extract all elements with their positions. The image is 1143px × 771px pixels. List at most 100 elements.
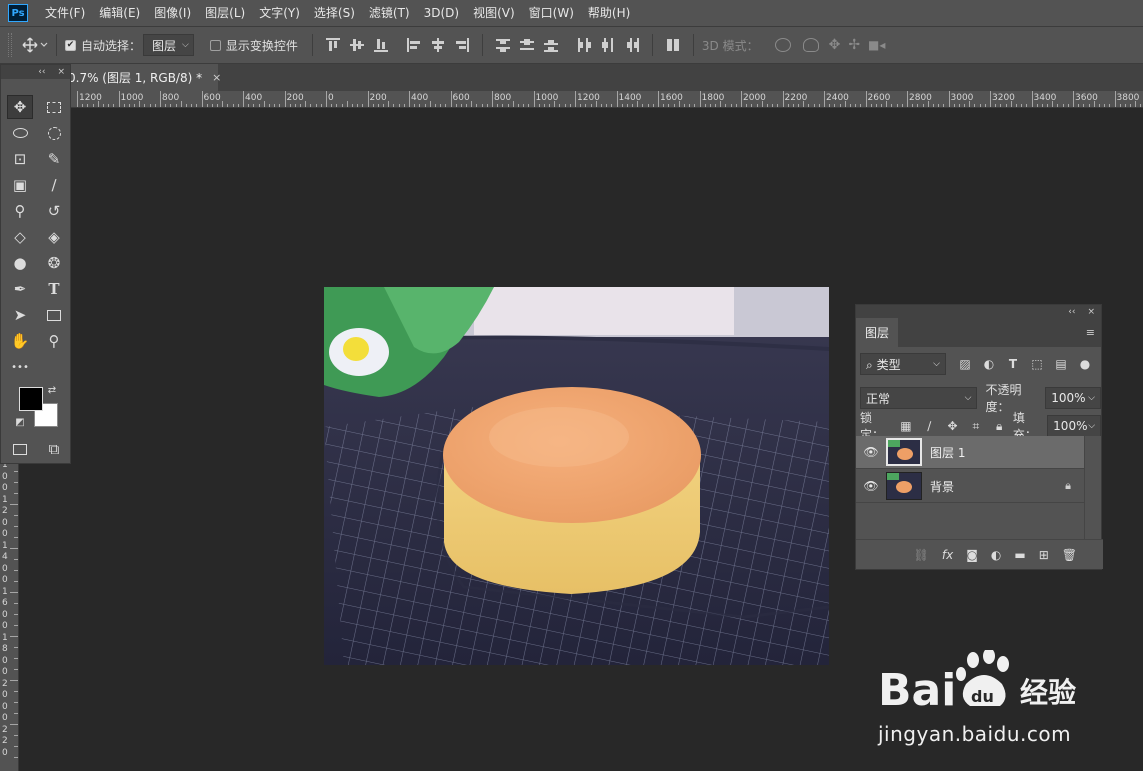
marquee-tool-icon[interactable] <box>41 95 67 119</box>
swap-colors-icon[interactable]: ⇄ <box>45 383 59 397</box>
paint-bucket-tool-icon[interactable]: ◈ <box>41 225 67 249</box>
distribute-bottom-edges-icon[interactable] <box>543 38 558 52</box>
document-image[interactable] <box>324 287 829 665</box>
more-tools-icon[interactable]: ••• <box>7 355 33 379</box>
auto-align-layers-icon[interactable] <box>666 38 680 52</box>
crop-tool-icon[interactable]: ⊡ <box>7 147 33 171</box>
opacity-input[interactable]: 100% ⌵ <box>1045 387 1101 409</box>
panel-menu-icon[interactable]: ≡ <box>1086 326 1095 339</box>
hand-tool-icon[interactable]: ✋ <box>7 329 33 353</box>
horizontal-ruler[interactable]: 1200 1000 800 600 400 200 0 200 400 600 800 1000 120… <box>19 91 1143 108</box>
menu-filter[interactable]: 滤镜(T) <box>362 0 417 26</box>
fill-input[interactable]: 100% ⌵ <box>1047 415 1102 437</box>
close-icon[interactable]: × <box>57 67 65 77</box>
default-colors-icon[interactable]: ◩ <box>13 415 27 429</box>
lock-all-icon[interactable]: 🔒︎ <box>993 419 1006 433</box>
menu-select[interactable]: 选择(S) <box>307 0 362 26</box>
adjustment-filter-icon[interactable]: ◐ <box>982 357 996 371</box>
new-adjustment-layer-icon[interactable]: ◐ <box>991 548 1001 562</box>
auto-select-checkbox[interactable]: ✔ <box>65 39 76 51</box>
3d-roll-icon[interactable] <box>802 38 819 52</box>
layers-scrollbar[interactable] <box>1084 436 1101 539</box>
eraser-tool-icon[interactable]: ◇ <box>7 225 33 249</box>
filter-toggle-icon[interactable]: ● <box>1078 357 1092 371</box>
align-horizontal-centers-icon[interactable] <box>431 38 445 52</box>
type-tool-icon[interactable]: T <box>41 277 67 301</box>
path-selection-tool-icon[interactable]: ➤ <box>7 303 33 327</box>
lasso-tool-icon[interactable] <box>7 121 33 145</box>
pixel-filter-icon[interactable]: ▨ <box>958 357 972 371</box>
eye-icon[interactable]: 👁︎ <box>856 445 886 459</box>
3d-pan-icon[interactable]: ✥ <box>829 37 841 53</box>
shape-filter-icon[interactable]: ⬚ <box>1030 357 1044 371</box>
move-tool-icon[interactable]: ✥ <box>7 95 33 119</box>
tools-panel-header[interactable]: ‹‹ × <box>1 65 70 79</box>
move-tool-preset-icon[interactable] <box>22 37 48 53</box>
collapse-icon[interactable]: ‹‹ <box>1068 307 1075 317</box>
lock-icon[interactable]: 🔒︎ <box>1065 479 1071 493</box>
zoom-tool-icon[interactable]: ⚲ <box>41 329 67 353</box>
distribute-right-edges-icon[interactable] <box>625 38 639 52</box>
eyedropper-tool-icon[interactable]: ✎ <box>41 147 67 171</box>
distribute-vertical-centers-icon[interactable] <box>519 38 534 52</box>
screen-mode-icon[interactable]: ⧉ <box>41 437 67 461</box>
lock-image-pixels-icon[interactable]: ∕ <box>923 419 936 433</box>
menu-window[interactable]: 窗口(W) <box>522 0 581 26</box>
distribute-left-edges-icon[interactable] <box>577 38 591 52</box>
distribute-horizontal-centers-icon[interactable] <box>601 38 615 52</box>
lock-artboard-icon[interactable]: ⌗ <box>969 419 982 433</box>
tab-layers[interactable]: 图层 <box>856 318 898 347</box>
align-vertical-centers-icon[interactable] <box>349 38 364 52</box>
menu-help[interactable]: 帮助(H) <box>581 0 637 26</box>
menu-image[interactable]: 图像(I) <box>147 0 198 26</box>
layer-name[interactable]: 图层 1 <box>930 444 965 461</box>
align-right-edges-icon[interactable] <box>455 38 469 52</box>
align-bottom-edges-icon[interactable] <box>373 38 388 52</box>
lock-position-icon[interactable]: ✥ <box>946 419 959 433</box>
menu-edit[interactable]: 编辑(E) <box>92 0 147 26</box>
close-icon[interactable]: × <box>212 71 221 84</box>
menu-3d[interactable]: 3D(D) <box>417 0 466 26</box>
rectangle-tool-icon[interactable] <box>41 303 67 327</box>
align-top-edges-icon[interactable] <box>325 38 340 52</box>
history-brush-tool-icon[interactable]: ↺ <box>41 199 67 223</box>
add-mask-icon[interactable]: ◙ <box>966 548 978 562</box>
menu-file[interactable]: 文件(F) <box>38 0 92 26</box>
3d-scale-icon[interactable]: ■◂ <box>868 38 885 52</box>
layer-row[interactable]: 👁︎ 背景 🔒︎ <box>856 470 1085 503</box>
blur-tool-icon[interactable]: ● <box>7 251 33 275</box>
distribute-top-edges-icon[interactable] <box>495 38 510 52</box>
collapse-icon[interactable]: ‹‹ <box>38 67 45 77</box>
eye-icon[interactable]: 👁︎ <box>856 479 886 493</box>
menu-layer[interactable]: 图层(L) <box>198 0 252 26</box>
foreground-color-swatch[interactable] <box>19 387 43 411</box>
quick-selection-tool-icon[interactable] <box>41 121 67 145</box>
show-transform-checkbox[interactable] <box>209 39 221 51</box>
layer-row[interactable]: 👁︎ 图层 1 <box>856 436 1085 469</box>
blend-mode-dropdown[interactable]: 正常 ⌵ <box>860 387 978 409</box>
smart-object-filter-icon[interactable]: ▤ <box>1054 357 1068 371</box>
brush-tool-icon[interactable]: ∕ <box>41 173 67 197</box>
3d-orbit-icon[interactable] <box>774 38 791 52</box>
new-group-icon[interactable]: ▬ <box>1014 548 1025 562</box>
3d-slide-icon[interactable]: ✢ <box>848 37 860 53</box>
photoshop-logo[interactable]: Ps <box>8 4 28 22</box>
layer-name[interactable]: 背景 <box>930 478 954 495</box>
pen-tool-icon[interactable]: ✒ <box>7 277 33 301</box>
layer-filter-dropdown[interactable]: ⌕ 类型 ⌵ <box>860 353 946 375</box>
quick-mask-icon[interactable] <box>7 437 33 461</box>
link-layers-icon[interactable]: ⛓ <box>914 548 929 562</box>
new-layer-icon[interactable]: ⊞ <box>1039 548 1049 562</box>
dodge-tool-icon[interactable]: ❂ <box>41 251 67 275</box>
layer-style-icon[interactable]: fx <box>942 548 953 562</box>
delete-layer-icon[interactable]: 🗑︎ <box>1062 548 1077 562</box>
clone-stamp-tool-icon[interactable]: ⚲ <box>7 199 33 223</box>
menu-view[interactable]: 视图(V) <box>466 0 522 26</box>
document-tab[interactable]: 0.7% (图层 1, RGB/8) * × <box>56 64 221 91</box>
layers-panel-header[interactable]: ‹‹ × <box>856 305 1101 318</box>
close-icon[interactable]: × <box>1087 307 1095 317</box>
align-left-edges-icon[interactable] <box>406 38 421 52</box>
lock-transparent-pixels-icon[interactable]: ▦ <box>899 419 912 433</box>
menu-type[interactable]: 文字(Y) <box>252 0 307 26</box>
options-bar-grip[interactable] <box>8 33 12 57</box>
